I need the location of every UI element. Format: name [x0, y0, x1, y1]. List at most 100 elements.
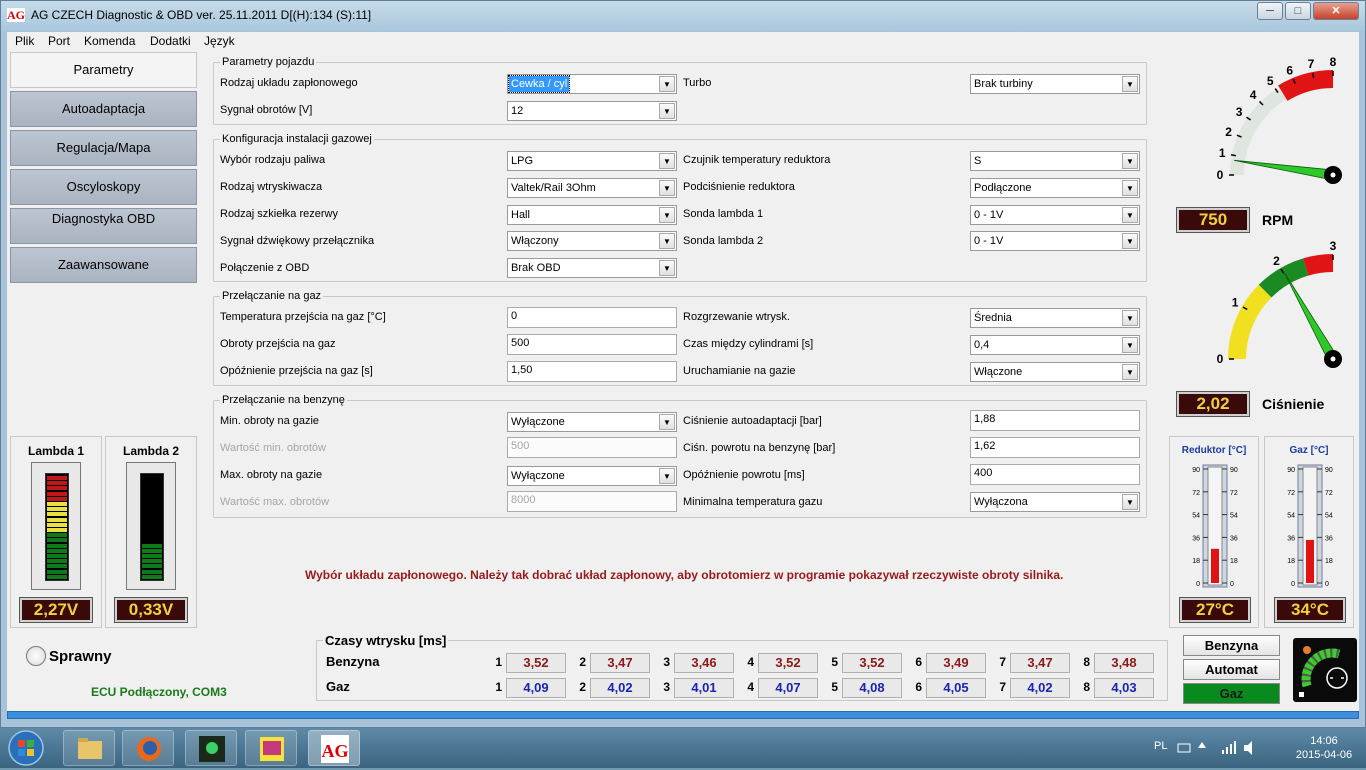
start-on-gas-select[interactable]: Włączone ▼: [970, 362, 1140, 382]
return-delay-input[interactable]: 400: [970, 464, 1140, 485]
chevron-down-icon[interactable]: ▼: [659, 260, 675, 276]
switch-temp-input[interactable]: 0: [507, 307, 677, 328]
warmup-value: Średnia: [974, 312, 1012, 324]
close-button[interactable]: ✕: [1313, 2, 1359, 20]
clock[interactable]: 14:06 2015-04-06: [1292, 734, 1356, 762]
rpm-signal-select[interactable]: 12 ▼: [507, 101, 677, 121]
nav-diagnostyka-obd[interactable]: Diagnostyka OBD: [10, 208, 197, 244]
nav-parametry[interactable]: Parametry: [10, 52, 197, 88]
windows-start-icon[interactable]: [6, 729, 46, 767]
minimize-button[interactable]: ─: [1257, 2, 1283, 20]
warmup-select[interactable]: Średnia ▼: [970, 308, 1140, 328]
injector-select[interactable]: Valtek/Rail 3Ohm ▼: [507, 178, 677, 198]
chevron-down-icon[interactable]: ▼: [659, 153, 675, 169]
lambda2-segment: [142, 564, 162, 569]
menu-jezyk[interactable]: Język: [204, 34, 235, 48]
auto-button[interactable]: Automat: [1183, 659, 1280, 680]
explorer-icon[interactable]: [63, 730, 115, 766]
turbo-select[interactable]: Brak turbiny ▼: [970, 74, 1140, 94]
chevron-down-icon[interactable]: ▼: [659, 180, 675, 196]
chevron-down-icon[interactable]: ▼: [1122, 233, 1138, 249]
menu-plik[interactable]: Plik: [15, 34, 34, 48]
petrol-injection-time: 3,52: [506, 653, 566, 673]
chevron-down-icon[interactable]: ▼: [1122, 337, 1138, 353]
switch-rpm-input[interactable]: 500: [507, 334, 677, 355]
chevron-down-icon[interactable]: ▼: [1122, 207, 1138, 223]
chevron-down-icon[interactable]: ▼: [1122, 310, 1138, 326]
lambda2-select[interactable]: 0 - 1V ▼: [970, 231, 1140, 251]
rpm-signal-label: Sygnał obrotów [V]: [220, 104, 313, 116]
gas-thermo-tick-label: 36: [1325, 535, 1333, 542]
lambda1-value: 0 - 1V: [974, 209, 1004, 221]
chevron-down-icon[interactable]: ▼: [659, 414, 675, 430]
switch-delay-input[interactable]: 1,50: [507, 361, 677, 382]
gas-button[interactable]: Gaz: [1183, 683, 1280, 704]
obd-select[interactable]: Brak OBD ▼: [507, 258, 677, 278]
vacuum-select[interactable]: Podłączone ▼: [970, 178, 1140, 198]
chevron-down-icon[interactable]: ▼: [659, 76, 675, 92]
switch-delay-label: Opóźnienie przejścia na gaz [s]: [220, 365, 373, 377]
start-on-gas-label: Uruchamianie na gazie: [683, 365, 796, 377]
firefox-icon[interactable]: [122, 730, 174, 766]
petrol-button[interactable]: Benzyna: [1183, 635, 1280, 656]
min-gas-temp-select[interactable]: Wyłączona ▼: [970, 492, 1140, 512]
ag-app-icon[interactable]: AG: [308, 730, 360, 766]
gas-thermo-tick-label: 90: [1287, 467, 1295, 474]
reducer-thermo-tick-label: 18: [1192, 558, 1200, 565]
nav-oscyloskopy[interactable]: Oscyloskopy: [10, 169, 197, 205]
group-title: Przełączanie na benzynę: [220, 394, 347, 406]
return-pressure-input[interactable]: 1,62: [970, 437, 1140, 458]
ignition-label: Rodzaj układu zapłonowego: [220, 77, 358, 89]
lambda1-bar-frame: [31, 462, 81, 590]
nav-regulacja-mapa[interactable]: Regulacja/Mapa: [10, 130, 197, 166]
status-radio[interactable]: [26, 646, 46, 666]
group-title: Przełączanie na gaz: [220, 290, 324, 302]
chevron-down-icon[interactable]: ▼: [1122, 364, 1138, 380]
reducer-thermo-tick-label: 72: [1230, 490, 1238, 497]
ignition-select[interactable]: Cewka / cyl ▼: [507, 74, 677, 94]
menu-bar: Plik Port Komenda Dodatki Język: [7, 32, 1359, 51]
start-on-gas-value: Włączone: [974, 366, 1023, 378]
max-rpm-value-input[interactable]: 8000: [507, 491, 677, 512]
lambda2-segment: [142, 554, 162, 558]
pressure-band: [1228, 284, 1272, 360]
menu-komenda[interactable]: Komenda: [84, 34, 135, 48]
min-rpm-select[interactable]: Wyłączone ▼: [507, 412, 677, 432]
lambda1-segment: [47, 543, 67, 548]
gbi-app-icon[interactable]: [245, 730, 297, 766]
reserve-select[interactable]: Hall ▼: [507, 205, 677, 225]
rpm-tick: [1311, 72, 1315, 79]
pressure-band: [1303, 254, 1334, 276]
cylinder-number: 1: [495, 680, 502, 694]
gas-injection-time: 4,02: [590, 678, 650, 698]
lambda1-select[interactable]: 0 - 1V ▼: [970, 205, 1140, 225]
cylinder-number: 1: [495, 655, 502, 669]
chevron-down-icon[interactable]: ▼: [659, 103, 675, 119]
chevron-down-icon[interactable]: ▼: [1122, 180, 1138, 196]
reducer-temp-select[interactable]: S ▼: [970, 151, 1140, 171]
nav-autoadaptacja[interactable]: Autoadaptacja: [10, 91, 197, 127]
nav-zaawansowane[interactable]: Zaawansowane: [10, 247, 197, 283]
min-rpm-value-input[interactable]: 500: [507, 437, 677, 458]
chevron-down-icon[interactable]: ▼: [659, 468, 675, 484]
cyl-time-select[interactable]: 0,4 ▼: [970, 335, 1140, 355]
language-indicator[interactable]: PL: [1154, 740, 1167, 752]
sound-select[interactable]: Włączony ▼: [507, 231, 677, 251]
max-rpm-select[interactable]: Wyłączone ▼: [507, 466, 677, 486]
autoadapt-pressure-input[interactable]: 1,88: [970, 410, 1140, 431]
menu-port[interactable]: Port: [48, 34, 70, 48]
obd-value: Brak OBD: [511, 262, 561, 274]
tray-icons[interactable]: [1176, 738, 1256, 758]
chevron-down-icon[interactable]: ▼: [1122, 76, 1138, 92]
title-bar[interactable]: AG AG CZECH Diagnostic & OBD ver. 25.11.…: [1, 1, 1365, 31]
monitor-app-icon[interactable]: [185, 730, 237, 766]
menu-dodatki[interactable]: Dodatki: [150, 34, 191, 48]
reducer-thermo-tick-label: 0: [1196, 581, 1200, 588]
maximize-button[interactable]: □: [1285, 2, 1311, 20]
warmup-label: Rozgrzewanie wtrysk.: [683, 311, 790, 323]
chevron-down-icon[interactable]: ▼: [659, 233, 675, 249]
chevron-down-icon[interactable]: ▼: [1122, 494, 1138, 510]
fuel-select[interactable]: LPG ▼: [507, 151, 677, 171]
chevron-down-icon[interactable]: ▼: [659, 207, 675, 223]
chevron-down-icon[interactable]: ▼: [1122, 153, 1138, 169]
